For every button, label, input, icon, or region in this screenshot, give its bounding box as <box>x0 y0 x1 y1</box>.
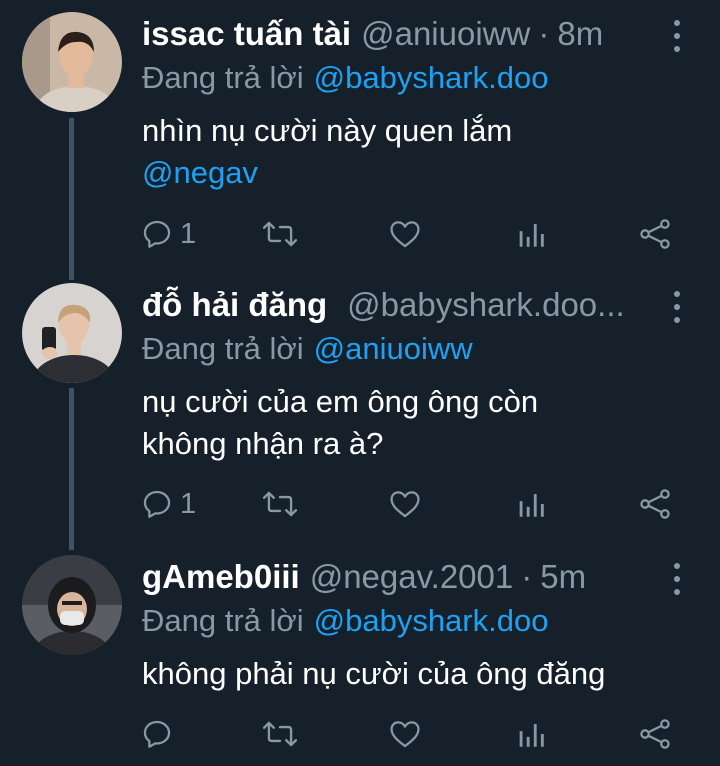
retweet-icon <box>262 491 298 517</box>
share-icon <box>640 219 670 249</box>
tweet-header: issac tuấn tài @aniuoiww · 8m <box>142 12 682 56</box>
replying-mention-link[interactable]: @aniuoiww <box>314 331 473 366</box>
tweet-text: nhìn nụ cười này quen lắm @negav <box>142 110 702 194</box>
replying-label: Đang trả lời <box>142 60 304 95</box>
like-icon <box>390 221 420 248</box>
timestamp[interactable]: 5m <box>540 555 586 599</box>
user-handle[interactable]: @babyshark.doo... <box>347 283 625 327</box>
reply-button[interactable] <box>140 714 174 754</box>
separator: · <box>521 558 533 595</box>
more-options-icon[interactable] <box>670 291 684 323</box>
avatar-image <box>22 12 122 112</box>
timestamp[interactable]: 8m <box>557 12 603 56</box>
tweet-1[interactable]: issac tuấn tài @aniuoiww · 8m Đang trả l… <box>0 12 720 270</box>
analytics-button[interactable] <box>516 714 546 754</box>
action-bar: 1 <box>140 214 680 254</box>
reply-icon <box>143 720 171 748</box>
reply-count: 1 <box>180 487 197 520</box>
retweet-button[interactable] <box>262 484 298 524</box>
reply-icon <box>143 490 171 518</box>
retweet-button[interactable] <box>262 214 298 254</box>
retweet-icon <box>262 221 298 247</box>
tweet-header: đỗ hải đăng @babyshark.doo... <box>142 283 682 327</box>
analytics-button[interactable] <box>516 484 546 524</box>
action-bar <box>140 714 680 754</box>
separator: · <box>538 15 550 52</box>
share-button[interactable] <box>638 214 672 254</box>
reply-button[interactable]: 1 <box>140 484 196 524</box>
display-name[interactable]: đỗ hải đăng <box>142 283 327 327</box>
tweet-text-line: nhìn nụ cười này quen lắm <box>142 113 513 148</box>
mention-link[interactable]: @negav <box>142 152 702 194</box>
more-options-icon[interactable] <box>670 20 684 52</box>
replying-mention-link[interactable]: @babyshark.doo <box>314 60 549 95</box>
like-button[interactable] <box>388 214 422 254</box>
tweet-text-line: không phải nụ cười của ông đăng <box>142 656 606 691</box>
display-name[interactable]: gAmeb0iii <box>142 555 300 599</box>
like-icon <box>390 491 420 518</box>
share-button[interactable] <box>638 714 672 754</box>
analytics-icon <box>519 494 544 517</box>
replying-label: Đang trả lời <box>142 331 304 366</box>
analytics-icon <box>519 724 544 747</box>
share-icon <box>640 719 670 749</box>
replying-mention-link[interactable]: @babyshark.doo <box>314 603 549 638</box>
more-options-icon[interactable] <box>670 563 684 595</box>
tweet-3[interactable]: gAmeb0iii @negav.2001 · 5m Đang trả lời @… <box>0 555 720 766</box>
replying-to: Đang trả lời @babyshark.doo <box>142 56 548 100</box>
display-name[interactable]: issac tuấn tài <box>142 12 351 56</box>
tweet-header: gAmeb0iii @negav.2001 · 5m <box>142 555 682 599</box>
avatar[interactable] <box>22 555 122 655</box>
replying-to: Đang trả lời @aniuoiww <box>142 327 473 371</box>
replying-label: Đang trả lời <box>142 603 304 638</box>
like-button[interactable] <box>388 484 422 524</box>
tweet-text-line: nụ cười của em ông ông còn <box>142 384 539 419</box>
avatar[interactable] <box>22 12 122 112</box>
share-button[interactable] <box>638 484 672 524</box>
analytics-icon <box>519 224 544 247</box>
avatar-image <box>22 283 122 383</box>
user-handle[interactable]: @aniuoiww <box>361 12 530 56</box>
share-icon <box>640 489 670 519</box>
reply-icon <box>143 220 171 248</box>
tweet-text: không phải nụ cười của ông đăng <box>142 653 702 695</box>
tweet-text-line: không nhận ra à? <box>142 426 384 461</box>
retweet-button[interactable] <box>262 714 298 754</box>
tweet-2[interactable]: đỗ hải đăng @babyshark.doo... Đang trả l… <box>0 283 720 541</box>
user-handle[interactable]: @negav.2001 <box>310 555 514 599</box>
avatar[interactable] <box>22 283 122 383</box>
analytics-button[interactable] <box>516 214 546 254</box>
like-button[interactable] <box>388 714 422 754</box>
like-icon <box>390 721 420 748</box>
replying-to: Đang trả lời @babyshark.doo <box>142 599 548 643</box>
retweet-icon <box>262 721 298 747</box>
action-bar: 1 <box>140 484 680 524</box>
avatar-image <box>22 555 122 655</box>
reply-count: 1 <box>180 217 197 250</box>
reply-button[interactable]: 1 <box>140 214 196 254</box>
tweet-text: nụ cười của em ông ông còn không nhận ra… <box>142 381 702 465</box>
